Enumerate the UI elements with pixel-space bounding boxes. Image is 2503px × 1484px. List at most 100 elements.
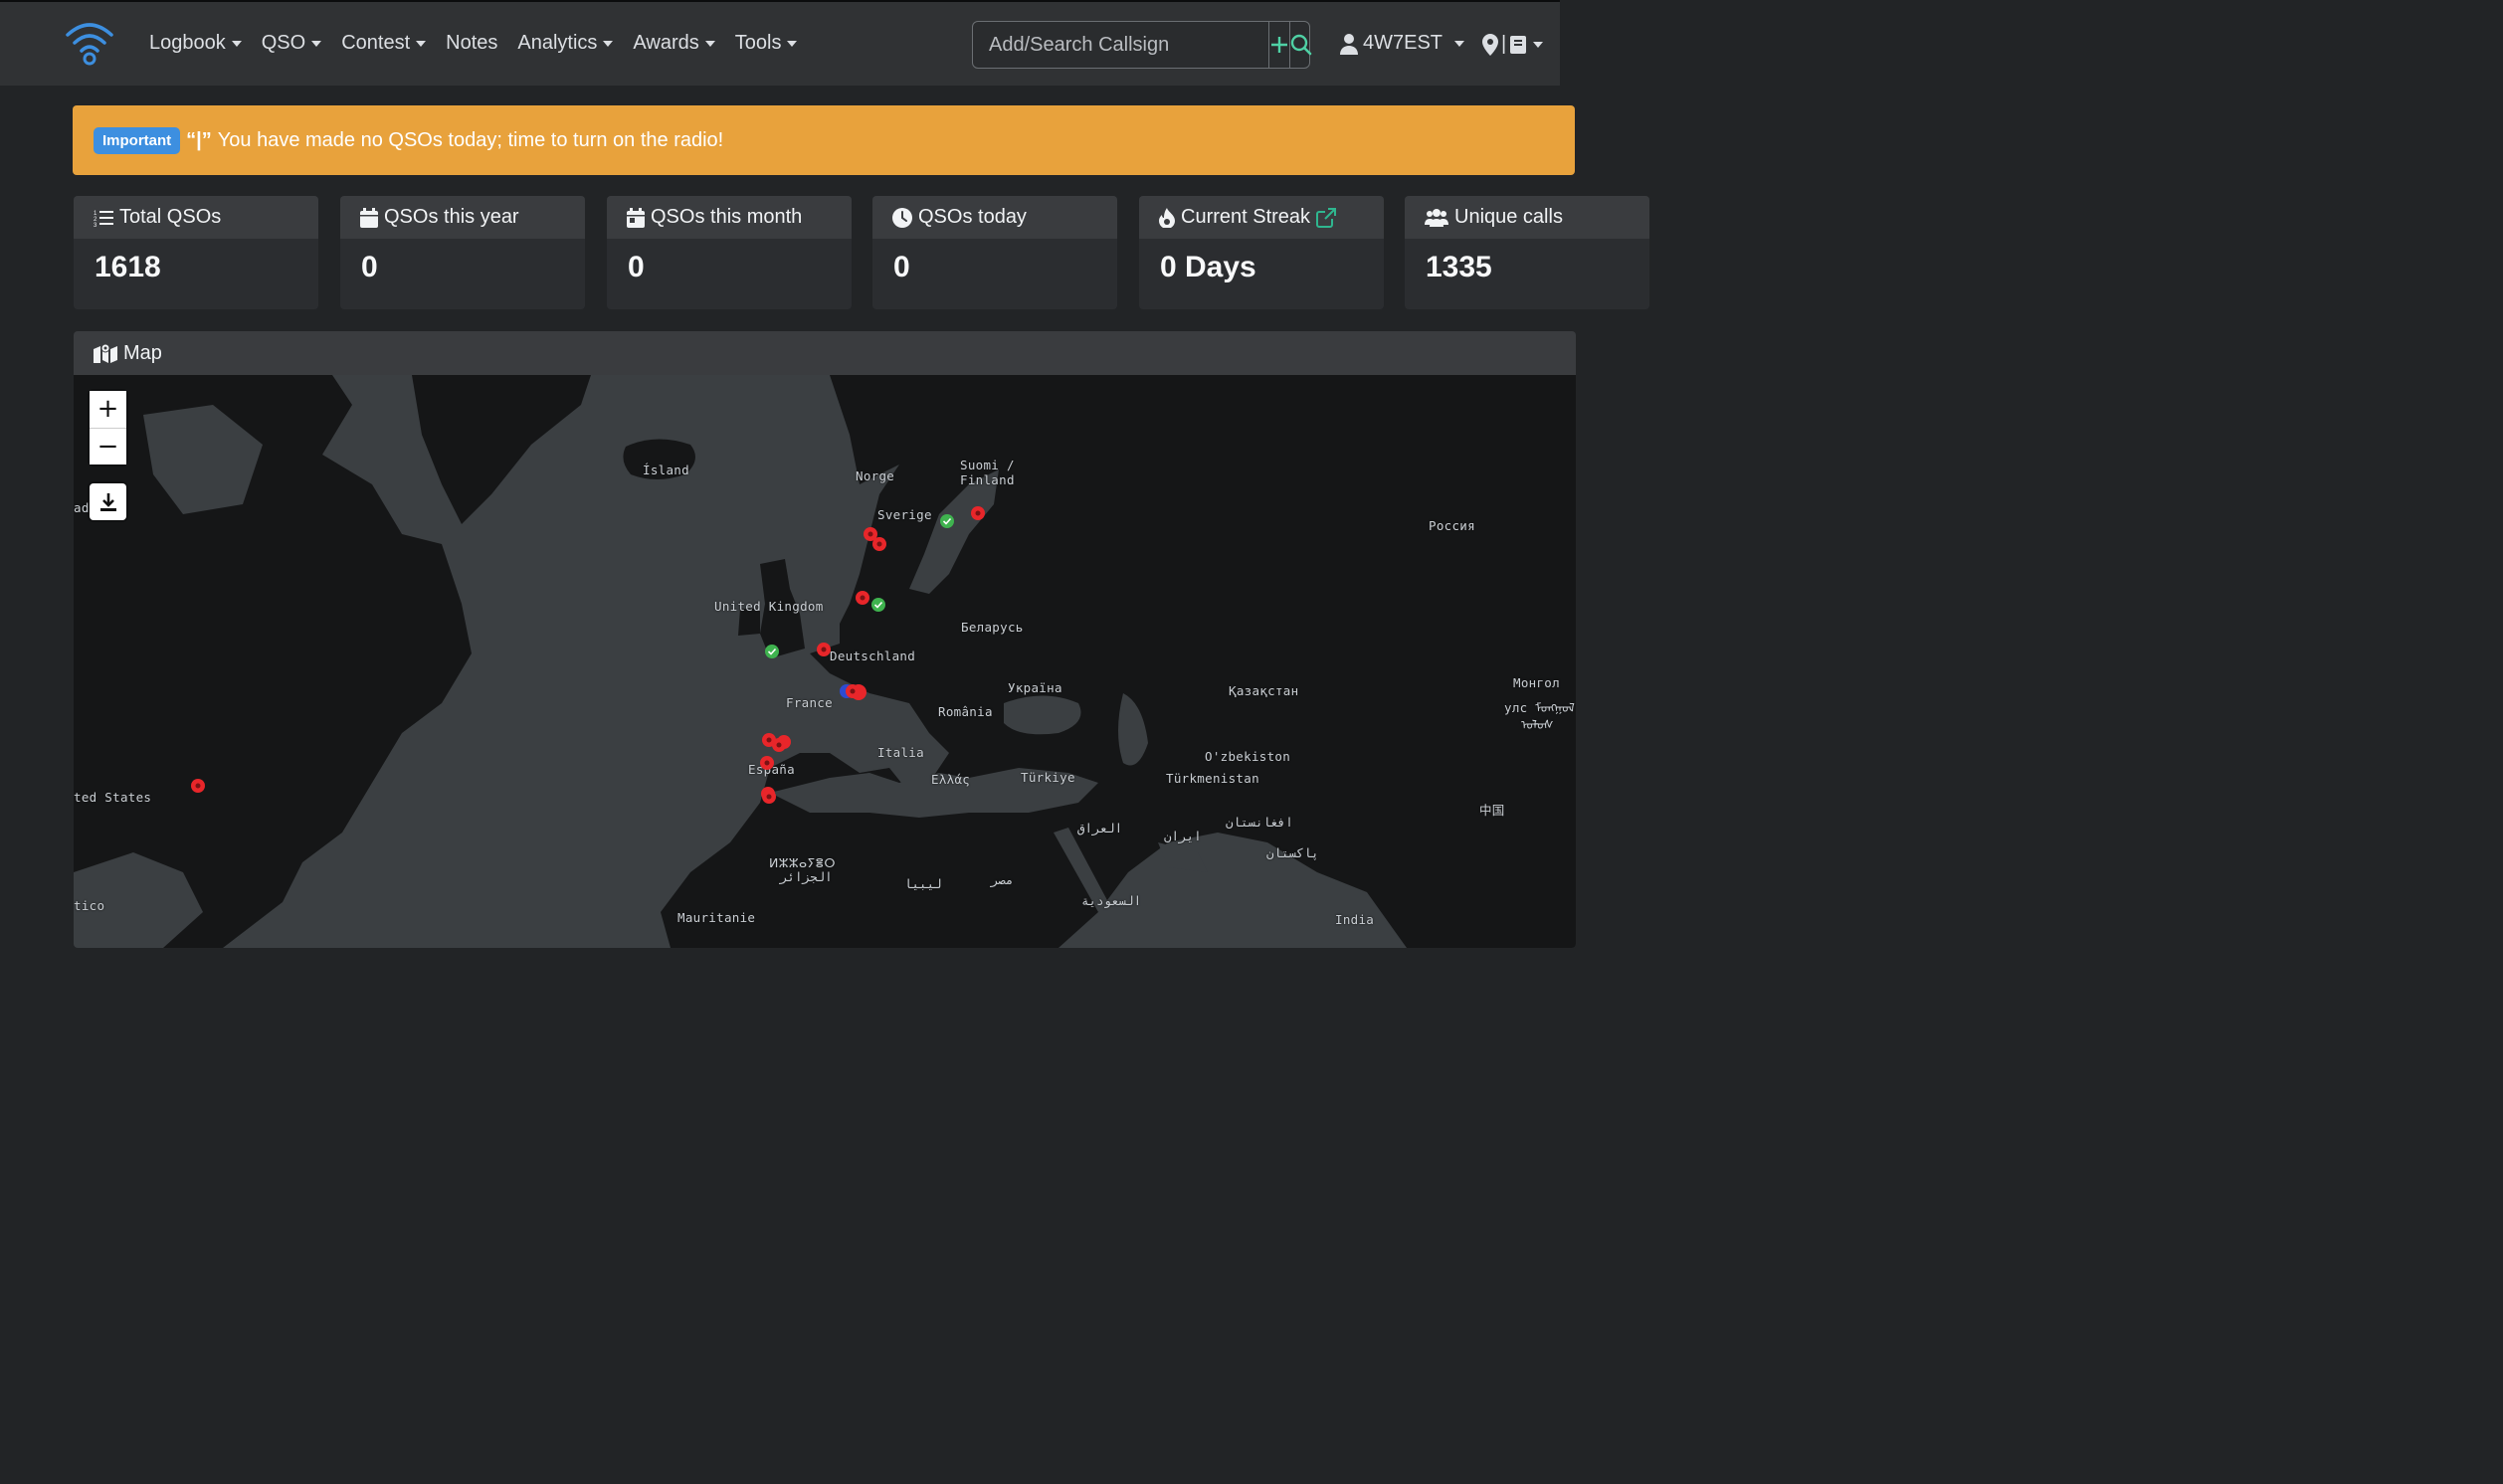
map-label-finland-2: Finland [960, 472, 1015, 487]
map-label-spain: España [748, 762, 795, 777]
map-label-norway: Norge [856, 468, 895, 483]
qso-map[interactable]: Ísland Norge Suomi / Finland Sverige Рос… [74, 375, 1576, 948]
stat-card-qsos-month: QSOs this month 0 [607, 196, 852, 309]
map-label-afghanistan: افغانستان [1226, 815, 1293, 830]
stat-label: QSOs this year [384, 206, 519, 228]
stat-value: 0 Days [1160, 251, 1256, 283]
separator: | [1501, 33, 1507, 55]
nav-contest[interactable]: Contest [341, 32, 427, 55]
navbar: Logbook QSO Contest Notes Analytics Awar… [0, 2, 1560, 86]
map-label-kazakhstan: Қазақстан [1229, 683, 1299, 698]
callsign-search-input[interactable] [973, 22, 1268, 68]
map-label-mexico: tico [74, 898, 105, 913]
map-card: Map Ísland Norge Suomi / Finland Sverige… [74, 331, 1576, 948]
stat-label: Unique calls [1454, 206, 1563, 228]
user-menu[interactable]: 4W7EST [1339, 32, 1465, 55]
user-icon [1340, 33, 1358, 55]
stat-card-total-qsos: 123 Total QSOs 1618 [74, 196, 318, 309]
map-marked-icon [94, 343, 117, 363]
search-callsign-button[interactable] [1289, 22, 1312, 68]
nav-logbook[interactable]: Logbook [149, 32, 242, 55]
map-label-china: 中国 [1479, 803, 1505, 818]
map-label-france: France [786, 695, 833, 710]
nav-awards-label: Awards [633, 32, 699, 54]
stat-value: 1618 [95, 251, 161, 283]
nav-tools[interactable]: Tools [735, 32, 798, 55]
stat-value: 0 [361, 251, 378, 283]
users-icon [1425, 208, 1448, 227]
stat-label: Total QSOs [119, 206, 222, 228]
stat-card-header: QSOs this month [607, 196, 852, 239]
add-callsign-button[interactable] [1268, 22, 1289, 68]
stat-card-header: QSOs this year [340, 196, 585, 239]
alert-message: You have made no QSOs today; time to tur… [217, 128, 724, 151]
map-label-romania: România [938, 704, 993, 719]
important-badge: Important [94, 126, 181, 154]
caret-down-icon [1533, 41, 1544, 48]
map-label-pakistan: پاکستان [1266, 845, 1319, 860]
download-map-button[interactable] [90, 483, 126, 520]
caret-down-icon [416, 40, 427, 47]
stat-card-unique-calls: Unique calls 1335 [1405, 196, 1649, 309]
stat-card-qsos-today: QSOs today 0 [872, 196, 1117, 309]
fire-icon [1159, 207, 1175, 228]
nav-qso[interactable]: QSO [261, 32, 322, 55]
location-menu[interactable]: | [1482, 33, 1544, 56]
search-icon [1290, 34, 1312, 56]
map-label-algeria-tifinagh: ⵍⵣⵣⴰⵢⴻⵔ [769, 855, 836, 870]
stat-card-header: QSOs today [872, 196, 1117, 239]
map-label-united-states: ted States [74, 790, 152, 805]
wifi-signal-icon[interactable] [64, 18, 115, 70]
map-label-ukraine: Україна [1008, 680, 1062, 695]
stat-card-header: Current Streak [1139, 196, 1384, 239]
zoom-out-button[interactable]: − [90, 428, 126, 464]
map-label-turkmenistan: Türkmenistan [1166, 771, 1259, 786]
map-title: Map [123, 341, 162, 364]
map-label-mauritania: Mauritanie [677, 910, 756, 925]
map-label-canada-fragment: ad [74, 500, 90, 515]
caret-down-icon [704, 40, 715, 47]
nav-qso-label: QSO [261, 32, 306, 54]
map-label-libya: ليبيا [904, 876, 942, 891]
map-label-mongolia: Монгол [1513, 675, 1560, 690]
map-label-russia: Россия [1429, 518, 1475, 533]
svg-text:3: 3 [94, 223, 97, 227]
logbook-icon [1510, 35, 1527, 54]
stat-label: QSOs this month [651, 206, 803, 228]
stat-card-header: Unique calls [1405, 196, 1649, 239]
caret-down-icon [787, 40, 798, 47]
stat-value: 0 [628, 251, 645, 283]
stat-value: 0 [893, 251, 910, 283]
map-label-finland: Suomi / [960, 458, 1015, 472]
map-label-germany: Deutschland [830, 649, 916, 663]
main-menu: Logbook QSO Contest Notes Analytics Awar… [149, 32, 817, 55]
stat-card-header: 123 Total QSOs [74, 196, 318, 239]
external-link-icon[interactable] [1316, 207, 1337, 228]
map-label-iran: ایران [1164, 829, 1202, 843]
map-label-iceland: Ísland [643, 463, 689, 477]
calendar-day-icon [627, 207, 645, 228]
stat-card-qsos-year: QSOs this year 0 [340, 196, 585, 309]
map-label-uzbekistan: O'zbekiston [1205, 749, 1291, 764]
nav-notes[interactable]: Notes [446, 32, 497, 55]
nav-analytics[interactable]: Analytics [517, 32, 614, 55]
map-label-saudi-arabia: السعودية [1081, 893, 1142, 908]
list-ordered-icon: 123 [94, 210, 113, 227]
no-qso-alert: Important “|” You have made no QSOs toda… [73, 105, 1575, 175]
zoom-in-button[interactable]: + [90, 391, 126, 428]
map-label-italy: Italia [877, 745, 924, 760]
caret-down-icon [311, 40, 322, 47]
map-label-turkey: Türkiye [1021, 770, 1075, 785]
map-label-belarus: Беларусь [961, 620, 1024, 635]
stat-label: QSOs today [918, 206, 1027, 228]
map-label-greece: Ελλάς [931, 772, 971, 787]
nav-awards[interactable]: Awards [633, 32, 715, 55]
caret-down-icon [1454, 40, 1465, 47]
nav-tools-label: Tools [734, 32, 782, 54]
caret-down-icon [603, 40, 614, 47]
nav-analytics-label: Analytics [517, 32, 598, 54]
plus-icon [1271, 37, 1287, 53]
map-label-iraq: العراق [1077, 821, 1123, 835]
nav-logbook-label: Logbook [149, 32, 226, 54]
stat-value: 1335 [1426, 251, 1492, 283]
